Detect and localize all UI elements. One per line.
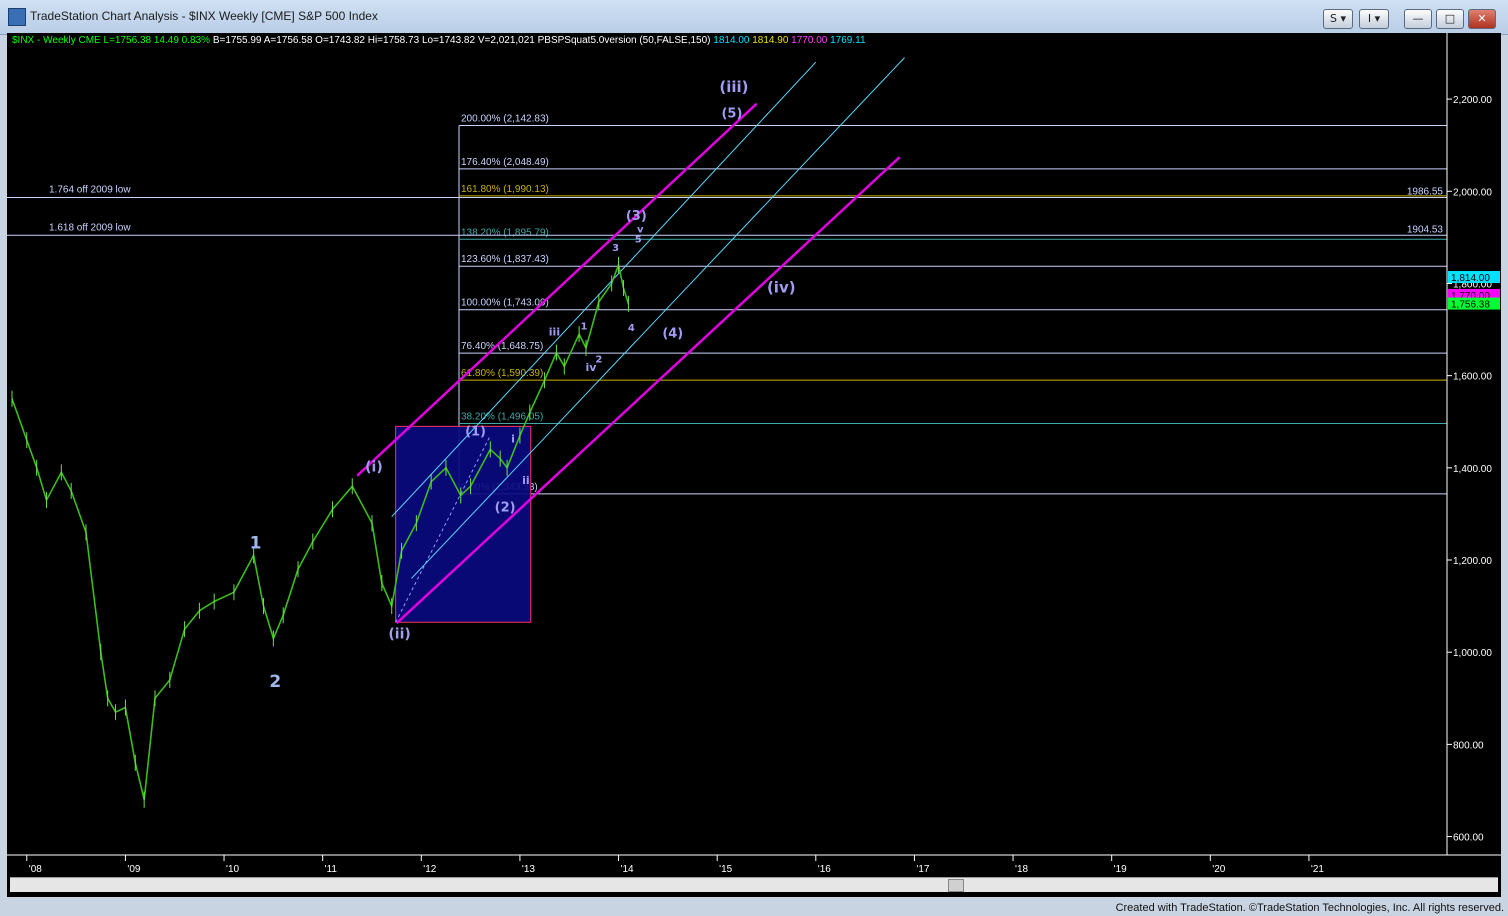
indicator-value-4: 1769.11 <box>830 35 866 46</box>
fib-level-label: 161.80% (1,990.13) <box>461 184 549 195</box>
s-menu-button[interactable]: S ▾ <box>1323 9 1353 29</box>
y-tick-label: 1,400.00 <box>1453 464 1492 475</box>
maximize-button[interactable]: □ <box>1436 9 1464 29</box>
wave-label: i <box>511 432 515 445</box>
x-tick-label: '15 <box>719 864 732 875</box>
bid-price: B=1755.99 <box>212 35 262 46</box>
indicator-value-1: 1814.00 <box>713 35 750 46</box>
fib-level-label: 100.00% (1,743.09) <box>461 298 549 309</box>
wave-label: (4) <box>662 326 683 341</box>
i-menu-button[interactable]: I ▾ <box>1359 9 1389 29</box>
footer-credit: Created with TradeStation. ©TradeStation… <box>1115 902 1504 914</box>
ask-price: A=1756.58 <box>263 35 313 46</box>
indicator-value-3: 1770.00 <box>791 35 828 46</box>
wave-label: (i) <box>365 460 383 476</box>
x-tick-label: '13 <box>522 864 535 875</box>
x-tick-label: '20 <box>1212 864 1225 875</box>
wave-label: (1) <box>465 425 486 440</box>
price-marker-label: 1,814.00 <box>1451 273 1490 284</box>
minimize-button[interactable]: — <box>1404 9 1432 29</box>
x-tick-label: '14 <box>621 864 634 875</box>
chart-area[interactable]: 200.00% (2,142.83) 176.40% (2,048.49) 161.… <box>7 33 1501 897</box>
y-tick-label: 600.00 <box>1453 833 1484 844</box>
price-axis: 600.00 800.00 1,000.00 1,200.00 1,400.00 1,60… <box>1446 33 1492 855</box>
chart-svg: 200.00% (2,142.83)176.40% (2,048.49)161.… <box>7 33 1501 875</box>
wave-label: (iv) <box>767 279 796 297</box>
scroll-thumb[interactable] <box>948 879 964 892</box>
indicator-value-2: 1814.90 <box>752 35 789 46</box>
y-tick-label: 1,600.00 <box>1453 372 1492 383</box>
long-level-label: 1.618 off 2009 low <box>49 222 131 233</box>
x-tick-label: '10 <box>226 864 239 875</box>
y-tick-label: 800.00 <box>1453 740 1484 751</box>
wave-label: 1 <box>581 322 588 333</box>
close-button[interactable]: ✕ <box>1468 9 1496 29</box>
long-level-value: 1986.55 <box>1407 186 1444 197</box>
last-price: L=1756.38 <box>103 35 152 46</box>
x-tick-label: '12 <box>423 864 436 875</box>
wave-label: (2) <box>495 501 516 516</box>
price-markers: 1,814.001,770.001,756.38 <box>1448 271 1500 311</box>
fibonacci-levels: 200.00% (2,142.83)176.40% (2,048.49)161.… <box>458 113 1447 495</box>
wave-label: (3) <box>626 209 647 224</box>
y-tick-label: 2,000.00 <box>1453 187 1492 198</box>
x-tick-label: '11 <box>325 864 338 875</box>
title-bar: TradeStation Chart Analysis - $INX Weekl… <box>0 0 1508 35</box>
fib-level-label: 200.00% (2,142.83) <box>461 113 549 124</box>
wave-label: iii <box>549 326 560 339</box>
fib-level-label: 123.60% (1,837.43) <box>461 254 549 265</box>
net-change: 14.49 <box>153 35 179 46</box>
x-tick-label: '16 <box>818 864 831 875</box>
pct-change: 0.83% <box>181 35 211 46</box>
low-price: Lo=1743.82 <box>421 35 476 46</box>
wave-label: (ii) <box>388 626 410 642</box>
window-title: TradeStation Chart Analysis - $INX Weekl… <box>30 9 378 23</box>
x-tick-label: '09 <box>127 864 140 875</box>
wave-label: 5 <box>635 234 642 245</box>
x-tick-label: '08 <box>29 864 42 875</box>
channel-line-inner-a <box>391 61 817 518</box>
x-tick-label: '19 <box>1114 864 1127 875</box>
time-axis: '08 '09 '10 '11 '12 '13 '14 '15 '16 '17 '18 '19 '20 '… <box>7 854 1501 875</box>
open-price: O=1743.82 <box>315 35 365 46</box>
fib-level-label: 138.20% (1,895.79) <box>461 227 549 238</box>
fib-level-label: 61.80% (1,590.39) <box>461 368 543 379</box>
horizontal-scrollbar[interactable] <box>10 877 1498 892</box>
wave-label: 2 <box>595 355 602 366</box>
app-window: TradeStation Chart Analysis - $INX Weekl… <box>0 0 1508 916</box>
wave-label: (5) <box>721 107 742 122</box>
fib-level-label: 38.20% (1,496.05) <box>461 412 543 423</box>
wave-label: 2 <box>269 672 281 692</box>
channel-line-inner-b <box>411 57 905 579</box>
volume: V=2,021,021 <box>477 35 535 46</box>
y-tick-label: 2,200.00 <box>1453 95 1492 106</box>
channel-line-outer <box>356 102 758 477</box>
x-tick-label: '21 <box>1311 864 1324 875</box>
indicator-name: PBSPSquat5.0version (50,FALSE,150) <box>537 35 711 46</box>
symbol-header: $INX - Weekly CME L=1756.38 14.49 0.83% … <box>12 35 866 46</box>
symbol-name: $INX - Weekly CME <box>12 35 101 46</box>
tradestation-app-icon <box>8 8 26 26</box>
y-tick-label: 1,200.00 <box>1453 556 1492 567</box>
wave-label: (iii) <box>719 78 748 96</box>
y-tick-label: 1,000.00 <box>1453 648 1492 659</box>
long-levels: 1.764 off 2009 low 1986.55 1.618 off 2009 … <box>7 184 1447 236</box>
wave-label: ii <box>522 474 530 487</box>
long-level-label: 1.764 off 2009 low <box>49 184 131 195</box>
fib-level-label: 76.40% (1,648.75) <box>461 341 543 352</box>
wave-label: 1 <box>250 533 262 553</box>
wave-label: 3 <box>612 243 619 254</box>
x-tick-label: '18 <box>1015 864 1028 875</box>
fib-level-label: 176.40% (2,048.49) <box>461 157 549 168</box>
x-tick-label: '17 <box>916 864 929 875</box>
price-marker-label: 1,756.38 <box>1451 300 1490 311</box>
long-level-value: 1904.53 <box>1407 224 1444 235</box>
wave-label: 4 <box>628 323 635 334</box>
high-price: Hi=1758.73 <box>367 35 420 46</box>
price-series <box>11 257 630 808</box>
